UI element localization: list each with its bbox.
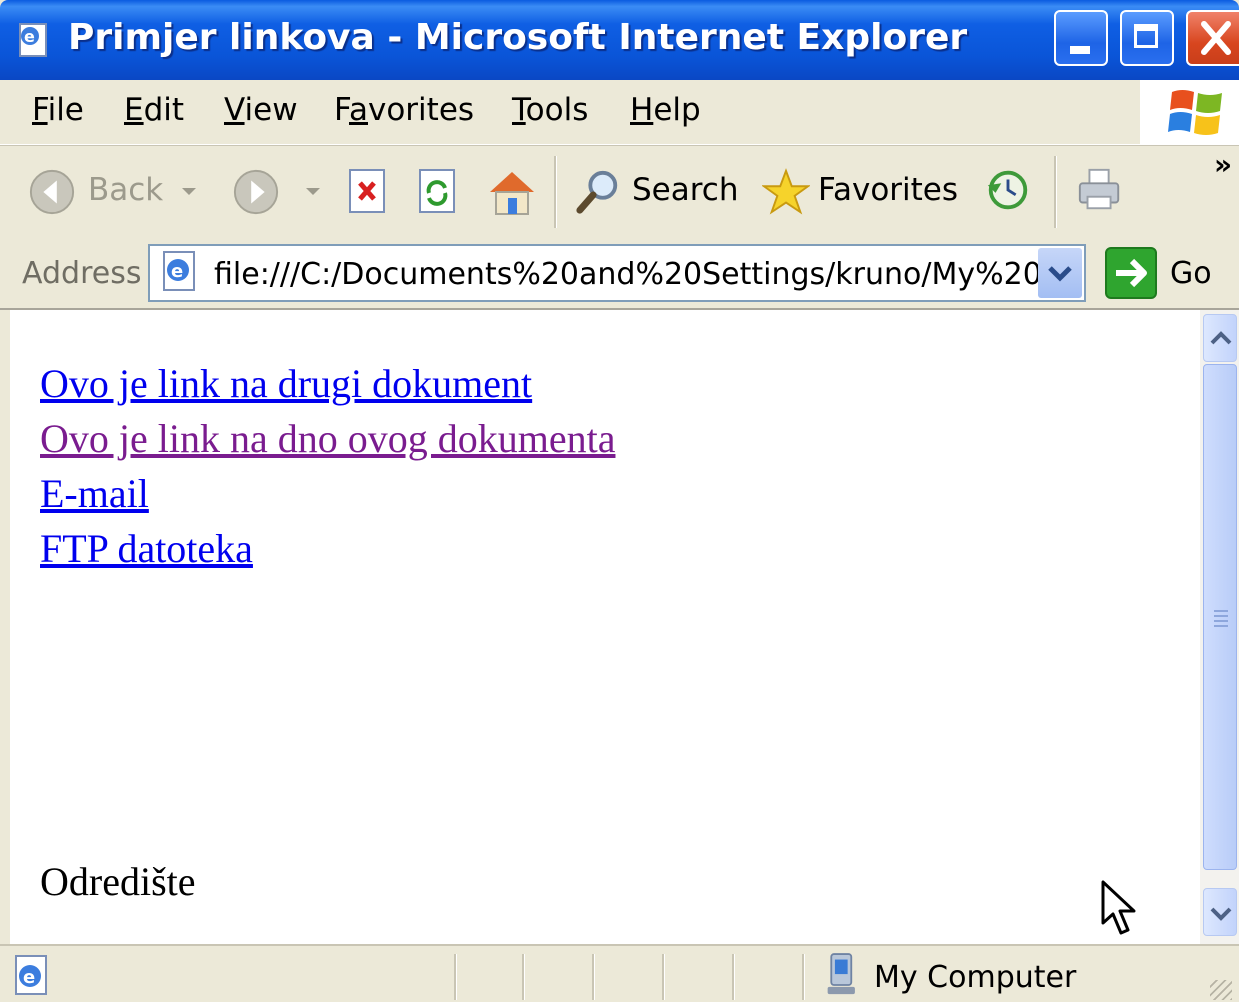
grip-icon xyxy=(1214,610,1228,627)
vertical-scrollbar[interactable] xyxy=(1200,310,1239,944)
forward-dropdown-icon xyxy=(306,188,320,195)
chevron-down-icon xyxy=(1210,907,1232,921)
ie-window: e Primjer linkova - Microsoft Internet E… xyxy=(0,0,1239,1002)
back-dropdown-icon xyxy=(182,188,196,195)
history-button[interactable] xyxy=(984,166,1036,220)
link-ftp-file[interactable]: FTP datoteka xyxy=(40,525,253,572)
go-arrow-icon xyxy=(1105,247,1157,299)
menu-tools-label: ools xyxy=(525,92,589,128)
menu-tools[interactable]: Tools xyxy=(512,92,588,128)
window-title: Primjer linkova - Microsoft Internet Exp… xyxy=(68,17,968,58)
menu-favorites-label: vorites xyxy=(368,92,475,128)
status-bar: e My Computer xyxy=(0,944,1239,1002)
menu-edit[interactable]: Edit xyxy=(124,92,184,128)
resize-grip[interactable] xyxy=(1210,980,1232,1000)
menu-bar: File Edit View Favorites Tools Help xyxy=(0,80,1239,145)
address-dropdown-button[interactable] xyxy=(1038,248,1082,298)
scroll-thumb[interactable] xyxy=(1203,364,1237,870)
status-separator xyxy=(592,954,595,1000)
address-bar: Address e file:///C:/Documents%20and%20S… xyxy=(0,240,1239,310)
print-button[interactable] xyxy=(1076,166,1128,220)
svg-text:e: e xyxy=(171,261,183,282)
ie-page-icon: e xyxy=(15,955,47,995)
favorites-label: Favorites xyxy=(818,172,959,208)
page-content: Ovo je link na drugi dokument Ovo je lin… xyxy=(10,310,1200,944)
search-label: Search xyxy=(632,172,739,208)
maximize-icon xyxy=(1134,24,1158,48)
status-separator xyxy=(522,954,525,1000)
menu-favorites-accel: a xyxy=(349,92,368,128)
forward-arrow-icon xyxy=(233,169,279,215)
my-computer-icon xyxy=(827,953,855,995)
menu-edit-accel: E xyxy=(124,92,144,128)
go-button[interactable]: Go xyxy=(1104,246,1226,302)
back-arrow-icon xyxy=(29,169,75,215)
search-button[interactable]: Search xyxy=(574,166,739,220)
history-icon xyxy=(987,170,1028,210)
link-email[interactable]: E-mail xyxy=(40,470,149,517)
menu-favorites[interactable]: Favorites xyxy=(334,92,474,128)
status-separator xyxy=(454,954,457,1000)
status-separator xyxy=(802,954,805,1000)
status-separator xyxy=(732,954,735,1000)
link-other-document[interactable]: Ovo je link na drugi dokument xyxy=(40,360,532,407)
back-button[interactable]: Back xyxy=(28,166,208,220)
security-zone-label: My Computer xyxy=(874,960,1077,995)
menu-help-accel: H xyxy=(630,92,654,128)
menu-tools-accel: T xyxy=(512,92,526,128)
chevron-down-icon xyxy=(1048,266,1072,282)
back-label: Back xyxy=(88,172,164,208)
menu-help[interactable]: Help xyxy=(630,92,701,128)
menu-file-accel: F xyxy=(32,92,48,128)
stop-icon xyxy=(349,169,385,213)
ie-page-icon: e xyxy=(163,251,195,291)
go-label: Go xyxy=(1170,256,1212,291)
status-separator xyxy=(662,954,665,1000)
toolbar-separator xyxy=(1054,156,1057,228)
menu-view[interactable]: View xyxy=(224,92,298,128)
menu-edit-label: dit xyxy=(143,92,185,128)
page-icon: e xyxy=(19,23,47,57)
forward-button[interactable] xyxy=(232,166,326,220)
home-button[interactable] xyxy=(484,164,540,220)
address-input[interactable]: e file:///C:/Documents%20and%20Settings/… xyxy=(148,244,1086,302)
address-url: file:///C:/Documents%20and%20Settings/kr… xyxy=(214,257,1044,292)
minimize-button[interactable] xyxy=(1054,10,1108,66)
menu-help-label: elp xyxy=(653,92,701,128)
favorites-button[interactable]: Favorites xyxy=(762,166,959,220)
menu-file[interactable]: File xyxy=(32,92,84,128)
svg-text:e: e xyxy=(24,27,35,46)
address-label: Address xyxy=(22,256,142,291)
destination-text: Odredište xyxy=(40,859,196,904)
scroll-down-button[interactable] xyxy=(1203,888,1237,936)
menu-file-label: ile xyxy=(47,92,84,128)
standard-toolbar: Back Search Favorites » xyxy=(0,145,1239,241)
link-bottom-of-document[interactable]: Ovo je link na dno ovog dokumenta xyxy=(40,415,615,462)
maximize-button[interactable] xyxy=(1120,10,1174,66)
home-icon xyxy=(490,172,534,215)
printer-icon xyxy=(1078,168,1120,210)
windows-flag-icon xyxy=(1168,90,1222,135)
windows-logo xyxy=(1140,80,1239,144)
menu-view-accel: V xyxy=(224,92,245,128)
refresh-button[interactable] xyxy=(416,166,464,220)
toolbar-separator xyxy=(554,156,557,228)
close-icon xyxy=(1201,21,1231,55)
refresh-icon xyxy=(419,169,455,213)
minimize-icon xyxy=(1070,46,1090,54)
close-button[interactable] xyxy=(1186,10,1239,66)
toolbar-overflow-button[interactable]: » xyxy=(1214,148,1232,181)
mouse-cursor-icon xyxy=(1101,880,1136,935)
title-bar[interactable]: e Primjer linkova - Microsoft Internet E… xyxy=(0,0,1239,80)
menu-favorites-pre: F xyxy=(334,92,349,128)
svg-text:e: e xyxy=(23,967,35,988)
search-icon xyxy=(576,170,618,214)
scroll-up-button[interactable] xyxy=(1203,314,1237,362)
star-icon xyxy=(762,168,810,215)
stop-button[interactable] xyxy=(346,166,394,220)
menu-view-label: iew xyxy=(244,92,298,128)
chevron-up-icon xyxy=(1210,331,1232,345)
